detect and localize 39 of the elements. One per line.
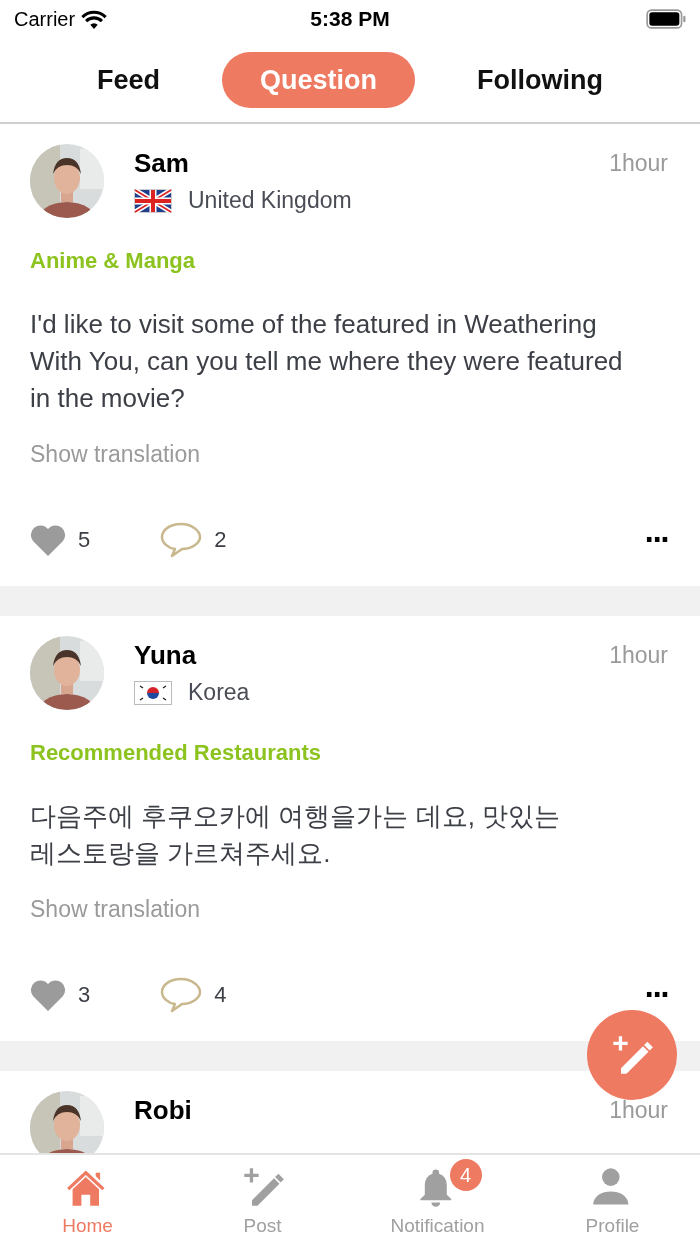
nav-tab[interactable]: 4 Notification (350, 1155, 525, 1245)
post-text: 다음주에 후쿠오카에 여행을가는 데요, 맛있는 레스토랑을 가르쳐주세요. (30, 800, 562, 870)
notification-badge: 4 (449, 1159, 482, 1191)
more-button[interactable]: ··· (644, 531, 668, 549)
status-time: 5:38 PM (310, 7, 390, 31)
like-count: 5 (78, 527, 91, 553)
heart-icon[interactable] (30, 524, 66, 556)
translation-link[interactable]: Show translation (30, 441, 668, 468)
post-time: 1hour (609, 1097, 668, 1124)
wifi-icon (81, 9, 108, 29)
country-name: Korea (188, 679, 250, 706)
speech-bubble-icon[interactable] (160, 977, 203, 1013)
speech-bubble-icon[interactable] (160, 522, 203, 558)
heart-icon[interactable] (30, 979, 66, 1011)
category-label[interactable]: Anime & Manga (30, 248, 668, 274)
tab[interactable]: Following (439, 52, 641, 108)
carrier-name: Carrier (14, 7, 76, 31)
post-text: I'd like to visit some of the featured in Weathering With You, can you tell me where they were featured in the movie? (30, 308, 624, 415)
category-label[interactable]: Recommended Restaurants (30, 740, 668, 766)
country-name: United Kingdom (188, 187, 352, 214)
tab[interactable]: Feed (59, 52, 198, 108)
post-time: 1hour (609, 642, 668, 669)
nav-tab[interactable]: Home (0, 1155, 175, 1245)
post-time: 1hour (609, 150, 668, 177)
comment-count: 4 (214, 982, 227, 1008)
user-name: Sam (134, 148, 189, 179)
pencil-plus-icon (610, 1035, 654, 1075)
more-button[interactable]: ··· (644, 986, 668, 1004)
translation-link[interactable]: Show translation (30, 896, 668, 923)
like-count: 3 (78, 982, 91, 1008)
battery-icon (646, 9, 686, 29)
nav-tab[interactable]: Profile (525, 1155, 700, 1245)
flag-icon (134, 188, 172, 213)
flag-icon (134, 680, 172, 705)
comment-count: 2 (214, 527, 227, 553)
user-name: Yuna (134, 640, 197, 671)
tab[interactable]: Question (222, 52, 416, 108)
user-name: Robi (134, 1095, 192, 1126)
nav-tab[interactable]: Post (175, 1155, 350, 1245)
